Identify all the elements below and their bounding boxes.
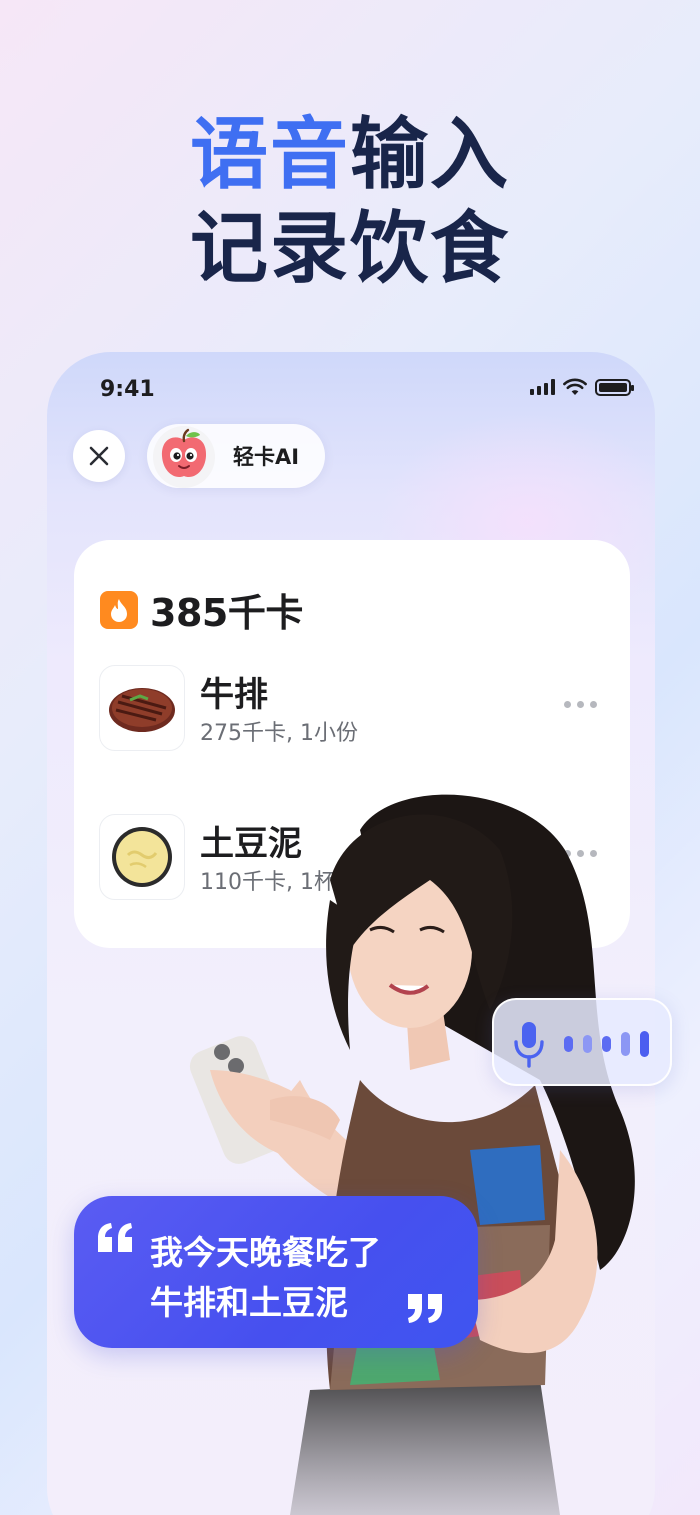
status-icons (530, 378, 634, 396)
assistant-pill[interactable]: 轻卡AI (147, 424, 325, 488)
close-icon (89, 446, 109, 466)
headline-line-2: 记录饮食 (189, 204, 510, 294)
wifi-icon (563, 378, 587, 395)
microphone-icon (514, 1022, 544, 1068)
food-meta: 110千卡, 1杯 (200, 870, 336, 895)
meal-card: 385千卡 牛排 275千卡, 1小份 土豆泥 110千卡, 1杯 (74, 540, 630, 948)
speech-line-2: 牛排和土豆泥 (150, 1283, 348, 1322)
total-kcal-row: 385千卡 (100, 582, 303, 637)
close-button[interactable] (73, 430, 125, 482)
status-time: 9:41 (100, 377, 155, 402)
quote-open-icon (98, 1223, 132, 1252)
food-name: 牛排 (200, 675, 268, 715)
speech-line-1: 我今天晚餐吃了 (150, 1233, 381, 1272)
headline-line-1: 语音输入 (0, 108, 700, 202)
battery-icon (595, 378, 634, 396)
food-meta: 275千卡, 1小份 (200, 721, 358, 746)
food-item[interactable]: 土豆泥 110千卡, 1杯 (99, 814, 605, 902)
soundwave-icon (564, 1031, 649, 1057)
speech-text: 我今天晚餐吃了 牛排和土豆泥 (150, 1228, 381, 1328)
speech-bubble: 我今天晚餐吃了 牛排和土豆泥 (74, 1196, 478, 1348)
steak-image (99, 665, 185, 751)
total-kcal: 385千卡 (150, 591, 303, 635)
food-name: 土豆泥 (200, 824, 302, 864)
voice-input-indicator[interactable] (492, 998, 672, 1086)
more-icon[interactable] (564, 701, 597, 708)
signal-icon (530, 379, 555, 395)
apple-mascot-icon (153, 426, 215, 488)
food-item[interactable]: 牛排 275千卡, 1小份 (99, 665, 605, 753)
headline: 语音输入 记录饮食 (0, 108, 700, 296)
headline-line-1-rest: 输入 (350, 110, 511, 200)
fire-icon (100, 590, 138, 629)
headline-accent: 语音 (189, 110, 350, 200)
quote-close-icon (408, 1294, 442, 1323)
more-icon[interactable] (564, 850, 597, 857)
mashed-potato-image (99, 814, 185, 900)
assistant-name: 轻卡AI (233, 445, 300, 469)
